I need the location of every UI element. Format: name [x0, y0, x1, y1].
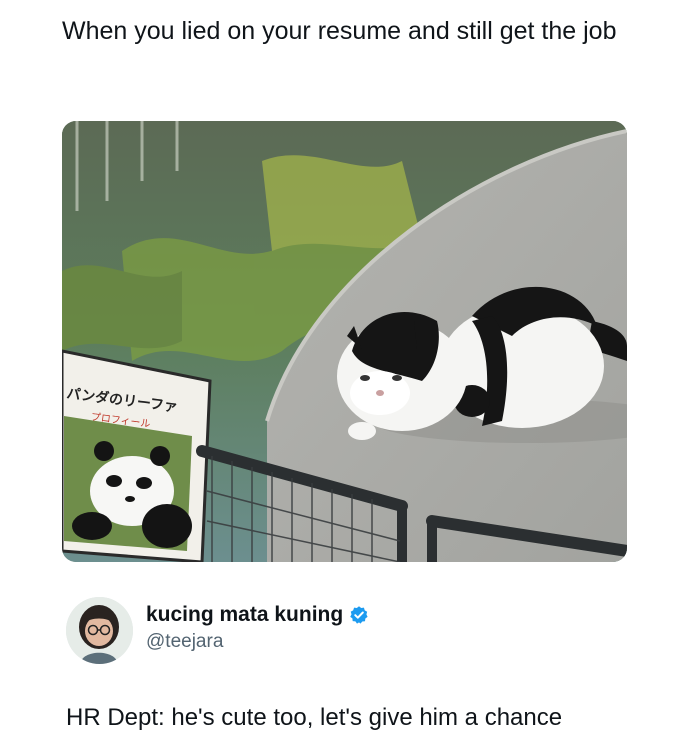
panda-sign: [62, 349, 212, 562]
tweet-text: HR Dept: he's cute too, let's give him a…: [66, 704, 563, 731]
tweet-author[interactable]: kucing mata kuning @teejara: [66, 597, 626, 667]
user-handle[interactable]: @teejara: [146, 631, 223, 653]
verified-badge-icon: [350, 606, 368, 624]
post-caption: When you lied on your resume and still g…: [62, 17, 617, 45]
meme-photo[interactable]: パンダのリーファ プロフィール: [62, 121, 627, 562]
avatar[interactable]: [66, 597, 133, 664]
cat-on-ledge-image: [62, 121, 627, 562]
display-name[interactable]: kucing mata kuning: [146, 603, 343, 627]
profile-photo-icon: [66, 597, 133, 664]
